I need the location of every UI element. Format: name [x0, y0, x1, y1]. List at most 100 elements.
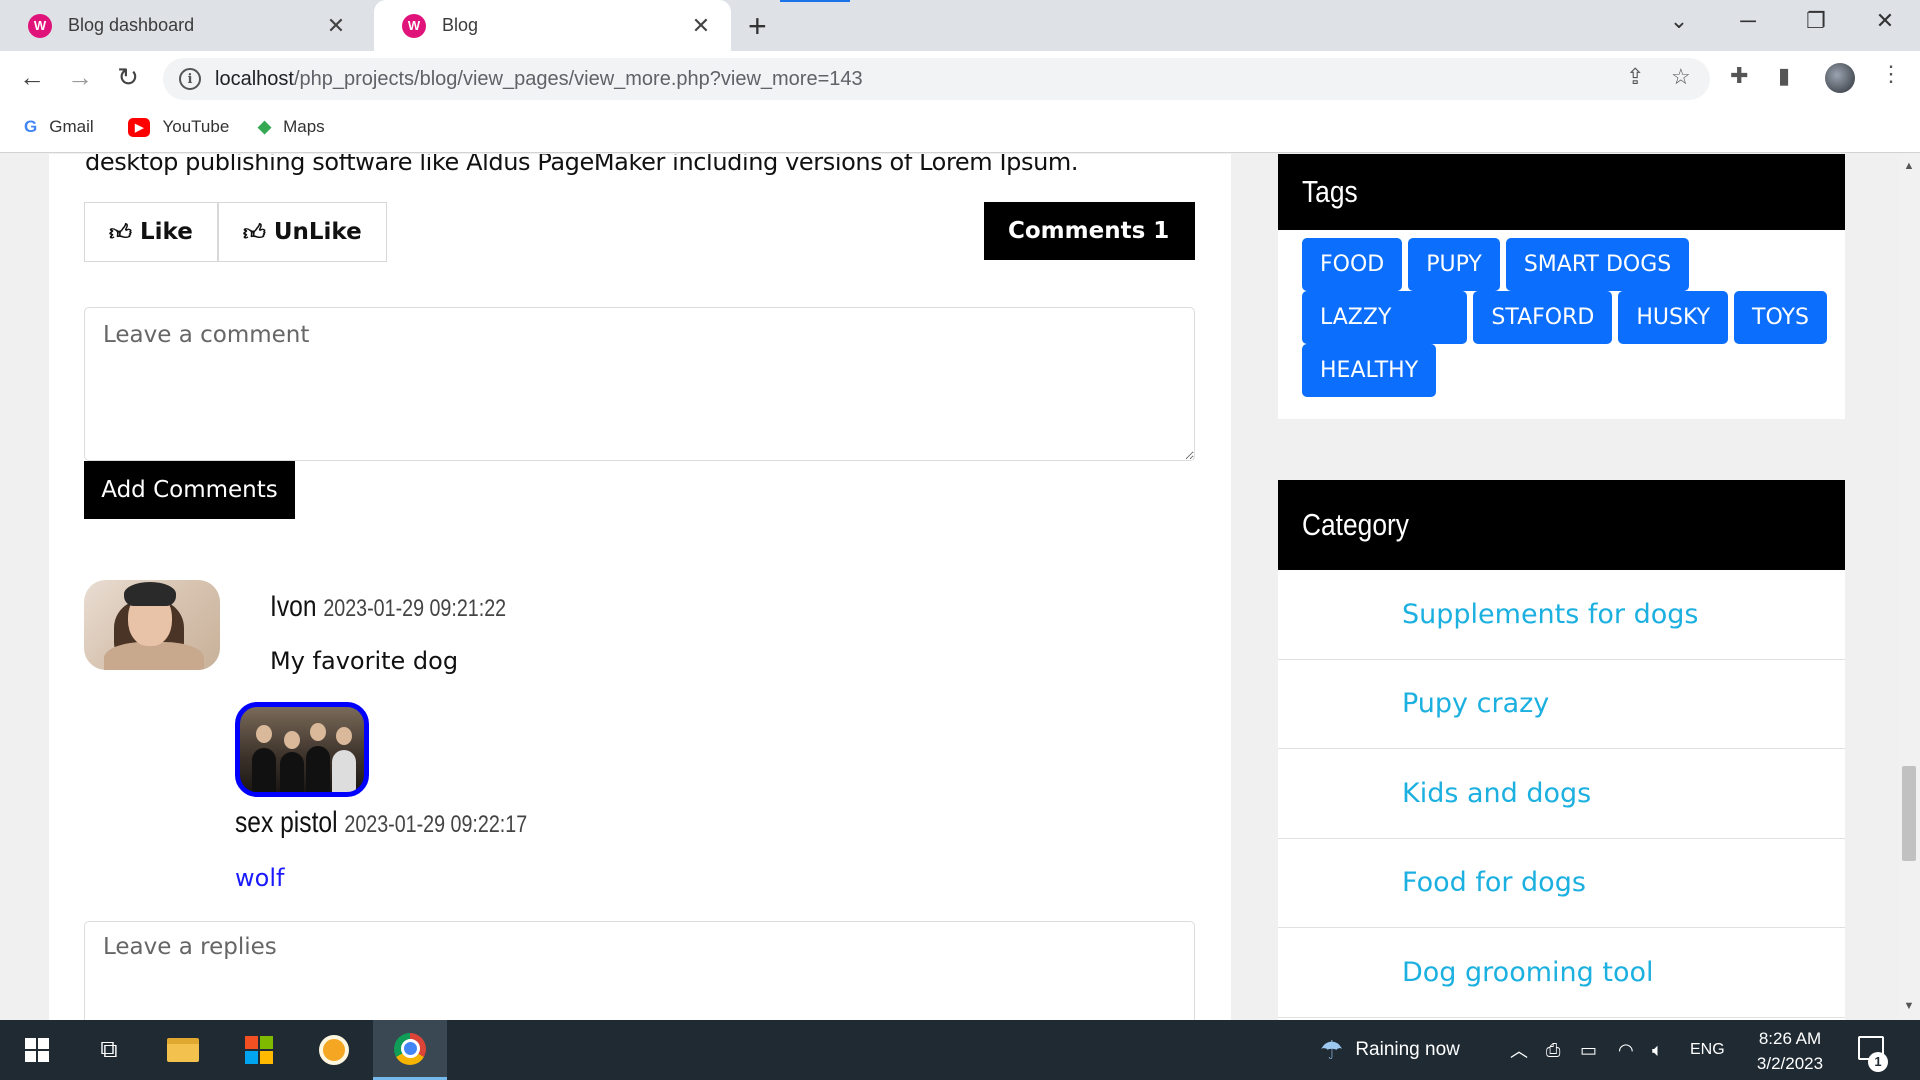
reply-author: sex pistol [235, 806, 338, 839]
avatar [84, 580, 220, 670]
add-comments-button[interactable]: Add Comments [84, 461, 295, 519]
category-widget: Category Supplements for dogs Pupy crazy… [1278, 480, 1845, 1020]
menu-kebab-icon[interactable]: ⋮ [1880, 61, 1902, 87]
scroll-up-arrow-icon[interactable]: ▲ [1898, 160, 1920, 172]
tab-blog-dashboard[interactable]: W Blog dashboard ✕ [0, 0, 366, 51]
tag-lazzy-dogs[interactable]: LAZZY DOGS [1302, 291, 1468, 383]
tag-healthy[interactable]: HEALTHY [1302, 344, 1437, 397]
comment-author: Ivon [270, 590, 317, 623]
category-link[interactable]: Dog grooming tool [1278, 928, 1845, 1018]
folder-icon [167, 1038, 199, 1062]
weather-widget[interactable]: ☂ Raining now [1320, 1020, 1460, 1080]
battery-icon[interactable]: ▭ [1580, 1020, 1597, 1080]
post-card [49, 154, 1231, 1020]
profile-avatar[interactable] [1825, 63, 1855, 93]
bookmark-gmail[interactable]: G Gmail [24, 117, 94, 137]
category-title: Category [1302, 507, 1409, 542]
share-icon[interactable]: ⇪ [1626, 64, 1644, 90]
bookmark-star-icon[interactable]: ☆ [1671, 64, 1691, 90]
tab-title: Blog [442, 15, 479, 35]
minimize-icon[interactable]: ─ [1733, 8, 1763, 34]
site-info-icon[interactable]: i [179, 68, 201, 90]
tag-list: FOOD PUPY SMART DOGS LAZZY DOGS STAFORD … [1278, 230, 1845, 397]
windows-taskbar: ⧉ ☂ Raining now ︿ ⎙ ▭ ◠ 🔈︎ ENG 8:26 AM 3… [0, 1020, 1920, 1080]
like-button[interactable]: 👍︎ Like [84, 202, 218, 262]
tag-row: HEALTHY [1302, 344, 1437, 397]
reply-author-line: sex pistol 2023-01-29 09:22:17 [235, 806, 527, 840]
close-icon[interactable]: ✕ [324, 13, 348, 39]
comment-date: 2023-01-29 09:21:22 [323, 595, 507, 622]
comment-input[interactable] [84, 307, 1195, 461]
reload-icon[interactable]: ↻ [112, 61, 144, 93]
tag-smart-dogs[interactable]: SMART DOGS [1505, 238, 1690, 291]
umbrella-rain-icon: ☂ [1320, 1034, 1344, 1065]
restore-icon[interactable]: ❐ [1801, 8, 1831, 34]
tag-husky[interactable]: HUSKY [1618, 291, 1729, 344]
reply-input[interactable] [84, 921, 1195, 1020]
store-icon [245, 1036, 273, 1064]
side-panel-icon[interactable]: ▮ [1778, 63, 1790, 89]
bookmark-youtube[interactable]: ▶ YouTube [128, 117, 229, 137]
tab-search-chevron-icon[interactable]: ⌄ [1664, 8, 1694, 34]
youtube-icon: ▶ [128, 117, 151, 137]
wamp-favicon-icon: W [402, 13, 426, 38]
window-close-icon[interactable]: ✕ [1870, 8, 1900, 34]
bookmark-maps[interactable]: ◆ Maps [258, 117, 325, 137]
comment-text: My favorite dog [270, 647, 459, 675]
microsoft-store-button[interactable] [222, 1020, 296, 1080]
tag-row: FOOD PUPY SMART DOGS [1302, 238, 1690, 291]
extensions-puzzle-icon[interactable]: ✚ [1730, 63, 1748, 89]
brave-browser-button[interactable] [297, 1020, 371, 1080]
language-indicator[interactable]: ENG [1690, 1020, 1725, 1080]
tab-title: Blog dashboard [68, 15, 195, 35]
page-scrollbar[interactable]: ▲ ▼ [1898, 154, 1920, 1020]
unlike-button[interactable]: 👍︎ UnLike [217, 202, 387, 262]
comments-count-button[interactable]: Comments 1 [984, 202, 1195, 260]
bookmark-label: Gmail [49, 117, 94, 136]
show-hidden-icons-chevron-icon[interactable]: ︿ [1510, 1020, 1528, 1080]
back-arrow-icon[interactable]: ← [16, 61, 48, 93]
url-text: localhost/php_projects/blog/view_pages/v… [215, 68, 863, 91]
windows-logo-icon [25, 1038, 49, 1062]
meet-now-icon[interactable]: ⎙ [1546, 1020, 1560, 1080]
thumbs-up-icon: 👍︎ [109, 220, 132, 246]
chrome-taskbar-button[interactable] [373, 1020, 447, 1080]
tab-blog[interactable]: W Blog ✕ [374, 0, 731, 51]
unlike-label: UnLike [273, 219, 362, 245]
clock-time: 8:26 AM [1758, 1029, 1822, 1048]
google-icon: G [24, 117, 38, 136]
tag-food[interactable]: FOOD [1302, 238, 1403, 291]
clock-date: 3/2/2023 [1756, 1054, 1824, 1073]
scroll-down-arrow-icon[interactable]: ▼ [1898, 1000, 1920, 1012]
category-link[interactable]: Supplements for dogs [1278, 570, 1845, 660]
new-tab-plus-icon[interactable]: + [748, 8, 767, 45]
sidebar: Tags FOOD PUPY SMART DOGS LAZZY DOGS STA… [1278, 154, 1845, 1020]
close-icon[interactable]: ✕ [689, 13, 713, 39]
category-heading: Category [1278, 480, 1845, 570]
start-button[interactable] [0, 1020, 74, 1080]
task-view-icon[interactable]: ⧉ [72, 1020, 146, 1080]
volume-icon[interactable]: 🔈︎ [1652, 1020, 1663, 1080]
bookmark-label: YouTube [162, 117, 230, 136]
tag-toys[interactable]: TOYS [1734, 291, 1827, 344]
forward-arrow-icon[interactable]: → [64, 61, 96, 93]
tag-row: LAZZY DOGS STAFORD HUSKY TOYS [1302, 291, 1827, 383]
weather-text: Raining now [1355, 1039, 1460, 1060]
wifi-icon[interactable]: ◠ [1618, 1020, 1634, 1080]
category-link[interactable]: Pupy crazy [1278, 660, 1845, 749]
system-clock[interactable]: 8:26 AM 3/2/2023 [1740, 1026, 1840, 1076]
comment-author-line: Ivon 2023-01-29 09:21:22 [270, 590, 506, 624]
avatar [235, 702, 369, 797]
thumbs-up-icon: 👍︎ [242, 220, 266, 246]
category-link[interactable]: Food for dogs [1278, 839, 1845, 928]
category-link[interactable]: Kids and dogs [1278, 749, 1845, 839]
tags-heading: Tags [1278, 154, 1845, 230]
file-explorer-button[interactable] [146, 1020, 220, 1080]
scroll-thumb[interactable] [1902, 766, 1916, 861]
tags-widget: Tags FOOD PUPY SMART DOGS LAZZY DOGS STA… [1278, 154, 1845, 419]
address-bar[interactable]: i localhost/php_projects/blog/view_pages… [163, 58, 1710, 100]
wamp-favicon-icon: W [28, 13, 52, 38]
tag-pupy[interactable]: PUPY [1408, 238, 1500, 291]
tags-title: Tags [1302, 174, 1358, 209]
tag-staford[interactable]: STAFORD [1473, 291, 1613, 344]
